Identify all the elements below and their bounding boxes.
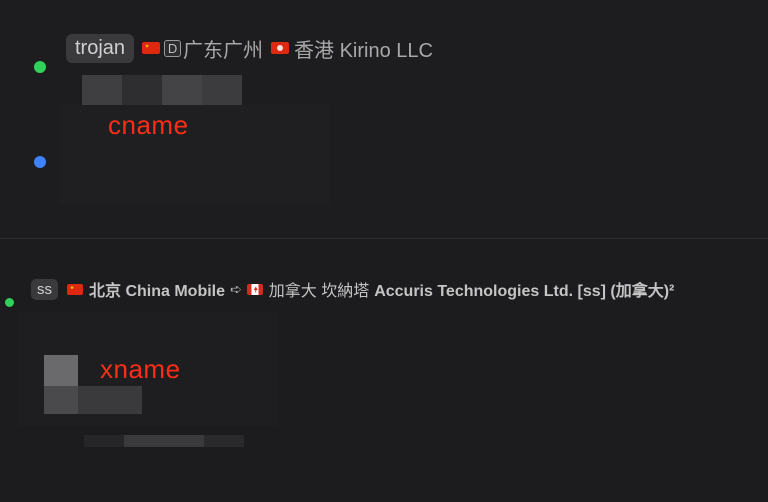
node-location-to-en: Accuris Technologies Ltd. [ss] (加拿大)² — [374, 283, 675, 300]
status-dot-blue-icon — [34, 156, 46, 168]
redacted-block — [162, 75, 202, 105]
node-location-to-cn: 加拿大 坎納塔 — [268, 283, 370, 300]
redacted-block — [84, 435, 124, 447]
redacted-block — [44, 386, 78, 414]
proxy-node-list: trojan D 广东广州 香港 Kirino LLC cname ss 北京 … — [0, 0, 768, 502]
status-dot-green-icon — [5, 298, 14, 307]
node-header-ss: ss 北京 China Mobile ➪ 加拿大 坎納塔 Accuris Tec… — [31, 276, 674, 302]
node-location-to: 香港 Kirino LLC — [294, 39, 433, 62]
status-dot-green-icon — [34, 61, 46, 73]
protocol-badge: trojan — [66, 33, 135, 63]
arrow-icon: ➪ — [230, 280, 242, 297]
node-header-trojan: trojan D 广东广州 香港 Kirino LLC — [66, 32, 433, 64]
node-location-from: 北京 China Mobile — [89, 283, 226, 300]
flag-hong-kong-icon — [271, 42, 290, 54]
flag-canada-icon — [246, 283, 263, 295]
protocol-badge: ss — [31, 278, 58, 300]
redacted-block — [82, 75, 122, 105]
flag-china-icon — [142, 42, 161, 54]
redacted-block — [78, 386, 142, 414]
flag-china-icon — [67, 283, 83, 295]
circled-d-icon: D — [164, 39, 182, 57]
redacted-block — [124, 435, 204, 447]
annotation-cname: cname — [108, 110, 189, 140]
node-item-trojan[interactable]: trojan D 广东广州 香港 Kirino LLC cname — [0, 0, 768, 239]
redacted-block — [122, 75, 162, 105]
annotation-xname: xname — [100, 354, 181, 384]
redacted-block — [44, 355, 78, 386]
redacted-area — [60, 105, 330, 205]
node-item-ss[interactable]: ss 北京 China Mobile ➪ 加拿大 坎納塔 Accuris Tec… — [0, 239, 768, 502]
redacted-block — [202, 75, 242, 105]
redacted-block — [204, 435, 244, 447]
node-location-from: 广东广州 — [183, 39, 264, 62]
